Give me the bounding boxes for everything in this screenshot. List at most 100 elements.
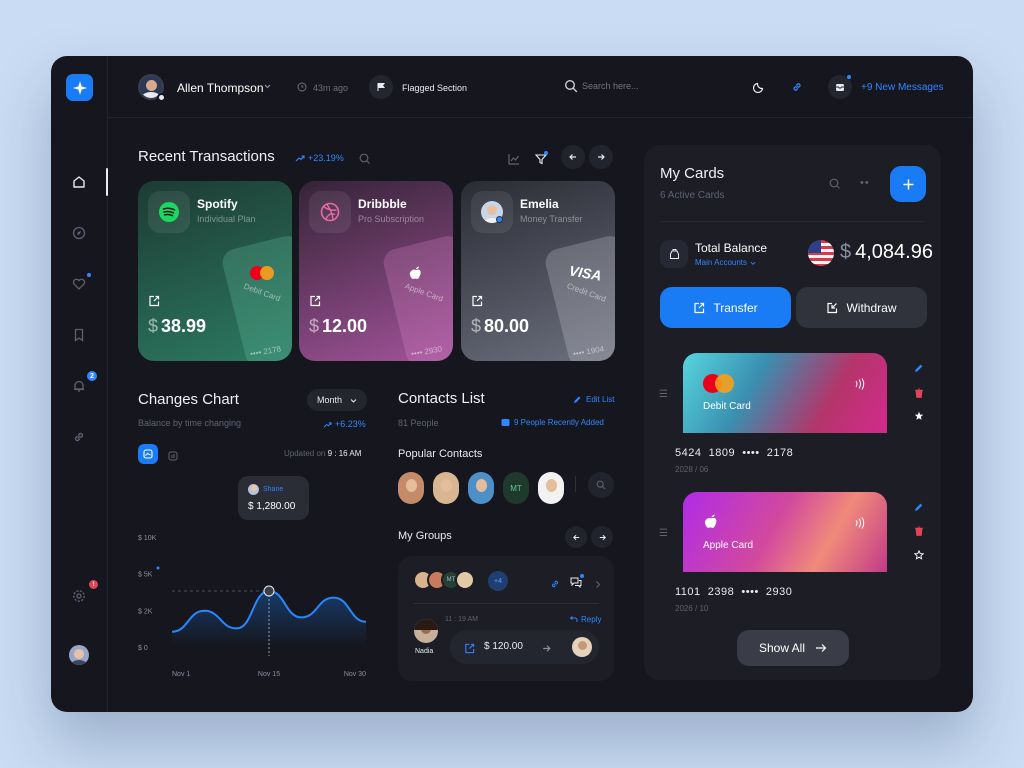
popular-contact-avatar[interactable]: MT — [503, 472, 529, 504]
tooltip-avatar — [248, 484, 259, 495]
popular-contact-avatar[interactable] — [538, 472, 564, 504]
add-card-button[interactable] — [890, 166, 926, 202]
period-select[interactable]: Month — [307, 389, 367, 411]
edit-avatar-icon[interactable] — [157, 93, 166, 102]
edit-list-link[interactable]: Edit List — [573, 395, 614, 404]
tile-subtitle: Pro Subscription — [358, 214, 425, 224]
link-icon[interactable] — [550, 576, 560, 594]
external-link-icon[interactable] — [471, 294, 483, 312]
external-link-icon[interactable] — [148, 294, 160, 312]
groups-next-button[interactable] — [591, 526, 613, 548]
inbox-dot — [847, 75, 851, 79]
x-tick-label: Nov 15 — [258, 671, 280, 678]
y-tick-label: $ 0 — [138, 645, 148, 652]
total-balance-value: $4,084.96 — [840, 241, 933, 263]
filter-icon[interactable] — [534, 151, 548, 170]
external-link-icon — [464, 641, 475, 659]
tile-name: Spotify — [197, 197, 238, 211]
accounts-select[interactable]: Main Accounts — [695, 258, 756, 267]
prev-arrow-button[interactable] — [561, 145, 585, 169]
star-outline-icon[interactable] — [913, 549, 925, 561]
search-icon — [596, 480, 606, 490]
y-tick-label: $ 5K — [138, 572, 153, 579]
heart-icon[interactable] — [67, 272, 91, 296]
trash-icon[interactable] — [913, 387, 925, 399]
search-icon[interactable] — [359, 152, 371, 170]
trash-icon[interactable] — [913, 525, 925, 537]
chevron-down-icon[interactable] — [263, 82, 272, 94]
changes-area-chart[interactable]: $ 10K $ 5K $ 2K $ 0 Nov 1 Nov 15 Nov 30 — [138, 526, 370, 686]
compass-icon[interactable] — [67, 221, 91, 245]
flagged-section-link[interactable]: Flagged Section — [402, 83, 467, 93]
home-icon[interactable] — [67, 170, 91, 194]
us-flag-icon[interactable] — [808, 240, 834, 266]
recently-added-link[interactable]: 9 People Recently Added — [501, 418, 604, 427]
withdraw-button[interactable]: Withdraw — [796, 287, 927, 328]
drag-handle-icon[interactable]: ☰ — [659, 528, 668, 539]
moon-icon[interactable] — [752, 80, 765, 94]
star-filled-icon[interactable] — [913, 410, 925, 422]
mastercard-icon — [250, 265, 274, 281]
more-icon[interactable]: •• — [860, 177, 870, 189]
link-icon[interactable] — [67, 425, 91, 449]
inbox-icon[interactable] — [828, 75, 852, 99]
notifications-badge: 2 — [87, 371, 97, 381]
group-avatars: MT — [413, 570, 483, 592]
y-tick-label: $ 10K — [138, 535, 157, 542]
popular-contact-avatar[interactable] — [398, 472, 424, 504]
bookmark-icon[interactable] — [67, 323, 91, 347]
message-bubble[interactable]: $ 120.00 — [450, 630, 599, 664]
card-number: 5424 1809 •••• 2178 — [675, 447, 794, 459]
line-chart-icon[interactable] — [508, 152, 520, 170]
last-seen: 43m ago — [313, 83, 349, 93]
divider — [413, 603, 599, 604]
chart-view-toggle[interactable] — [138, 444, 158, 464]
clock-icon — [297, 82, 307, 95]
debit-card[interactable]: Debit Card — [683, 353, 887, 433]
transfer-button[interactable]: Transfer — [660, 287, 791, 328]
apple-card[interactable]: Apple Card — [683, 492, 887, 572]
top-bar: Allen Thompson 43m ago Flagged Section +… — [108, 56, 973, 118]
edit-icon[interactable] — [913, 362, 925, 374]
contact-search-button[interactable] — [588, 472, 614, 498]
link-icon[interactable] — [791, 80, 803, 92]
popular-contact-avatar[interactable] — [433, 472, 459, 504]
y-tick-label: $ 2K — [138, 608, 153, 615]
user-name[interactable]: Allen Thompson — [177, 81, 264, 95]
current-user-avatar[interactable] — [69, 645, 89, 665]
active-cards-count: 6 Active Cards — [660, 190, 725, 201]
chevron-right-icon[interactable] — [594, 576, 602, 594]
search-icon[interactable] — [564, 79, 578, 93]
tile-subtitle: Money Transfer — [520, 214, 583, 224]
transaction-tile-emelia[interactable]: VISA Credit Card •••• 1904 Emelia Money … — [461, 181, 615, 361]
transaction-tile-spotify[interactable]: Debit Card •••• 2178 Spotify Individual … — [138, 181, 292, 361]
search-icon[interactable] — [829, 177, 841, 195]
contacts-title: Contacts List — [398, 390, 485, 407]
transaction-tile-dribbble[interactable]: Apple Card •••• 2930 Dribbble Pro Subscr… — [299, 181, 453, 361]
show-all-button[interactable]: Show All — [737, 630, 849, 666]
group-more-count[interactable]: +4 — [488, 571, 508, 591]
groups-prev-button[interactable] — [565, 526, 587, 548]
popular-contact-avatar[interactable] — [468, 472, 494, 504]
settings-icon[interactable]: ! — [67, 580, 98, 608]
my-groups-title: My Groups — [398, 530, 452, 542]
group-card[interactable]: MT +4 Nadia 11 : 19 AM Reply $ 120.00 — [398, 556, 614, 681]
next-arrow-button[interactable] — [589, 145, 613, 169]
dashboard-window: 2 ! Allen Thompson 43m ago Flagged Secti… — [51, 56, 973, 712]
bell-icon[interactable]: 2 — [67, 371, 97, 398]
reply-link[interactable]: Reply — [569, 615, 601, 624]
highlight-point[interactable] — [263, 585, 275, 597]
contact-avatar-emelia — [471, 191, 513, 233]
arrow-right-icon — [598, 154, 605, 160]
bar-chart-icon[interactable] — [168, 448, 178, 466]
chat-icon[interactable] — [570, 574, 584, 593]
edit-icon[interactable] — [913, 501, 925, 513]
tile-amount: $80.00 — [471, 316, 530, 336]
new-messages-link[interactable]: +9 New Messages — [861, 82, 944, 93]
external-link-icon[interactable] — [309, 294, 321, 312]
search-input[interactable] — [582, 77, 682, 95]
app-logo[interactable] — [66, 74, 93, 101]
flag-icon[interactable] — [369, 75, 393, 99]
drag-handle-icon[interactable]: ☰ — [659, 389, 668, 400]
changes-percent: +6.23% — [323, 419, 366, 429]
